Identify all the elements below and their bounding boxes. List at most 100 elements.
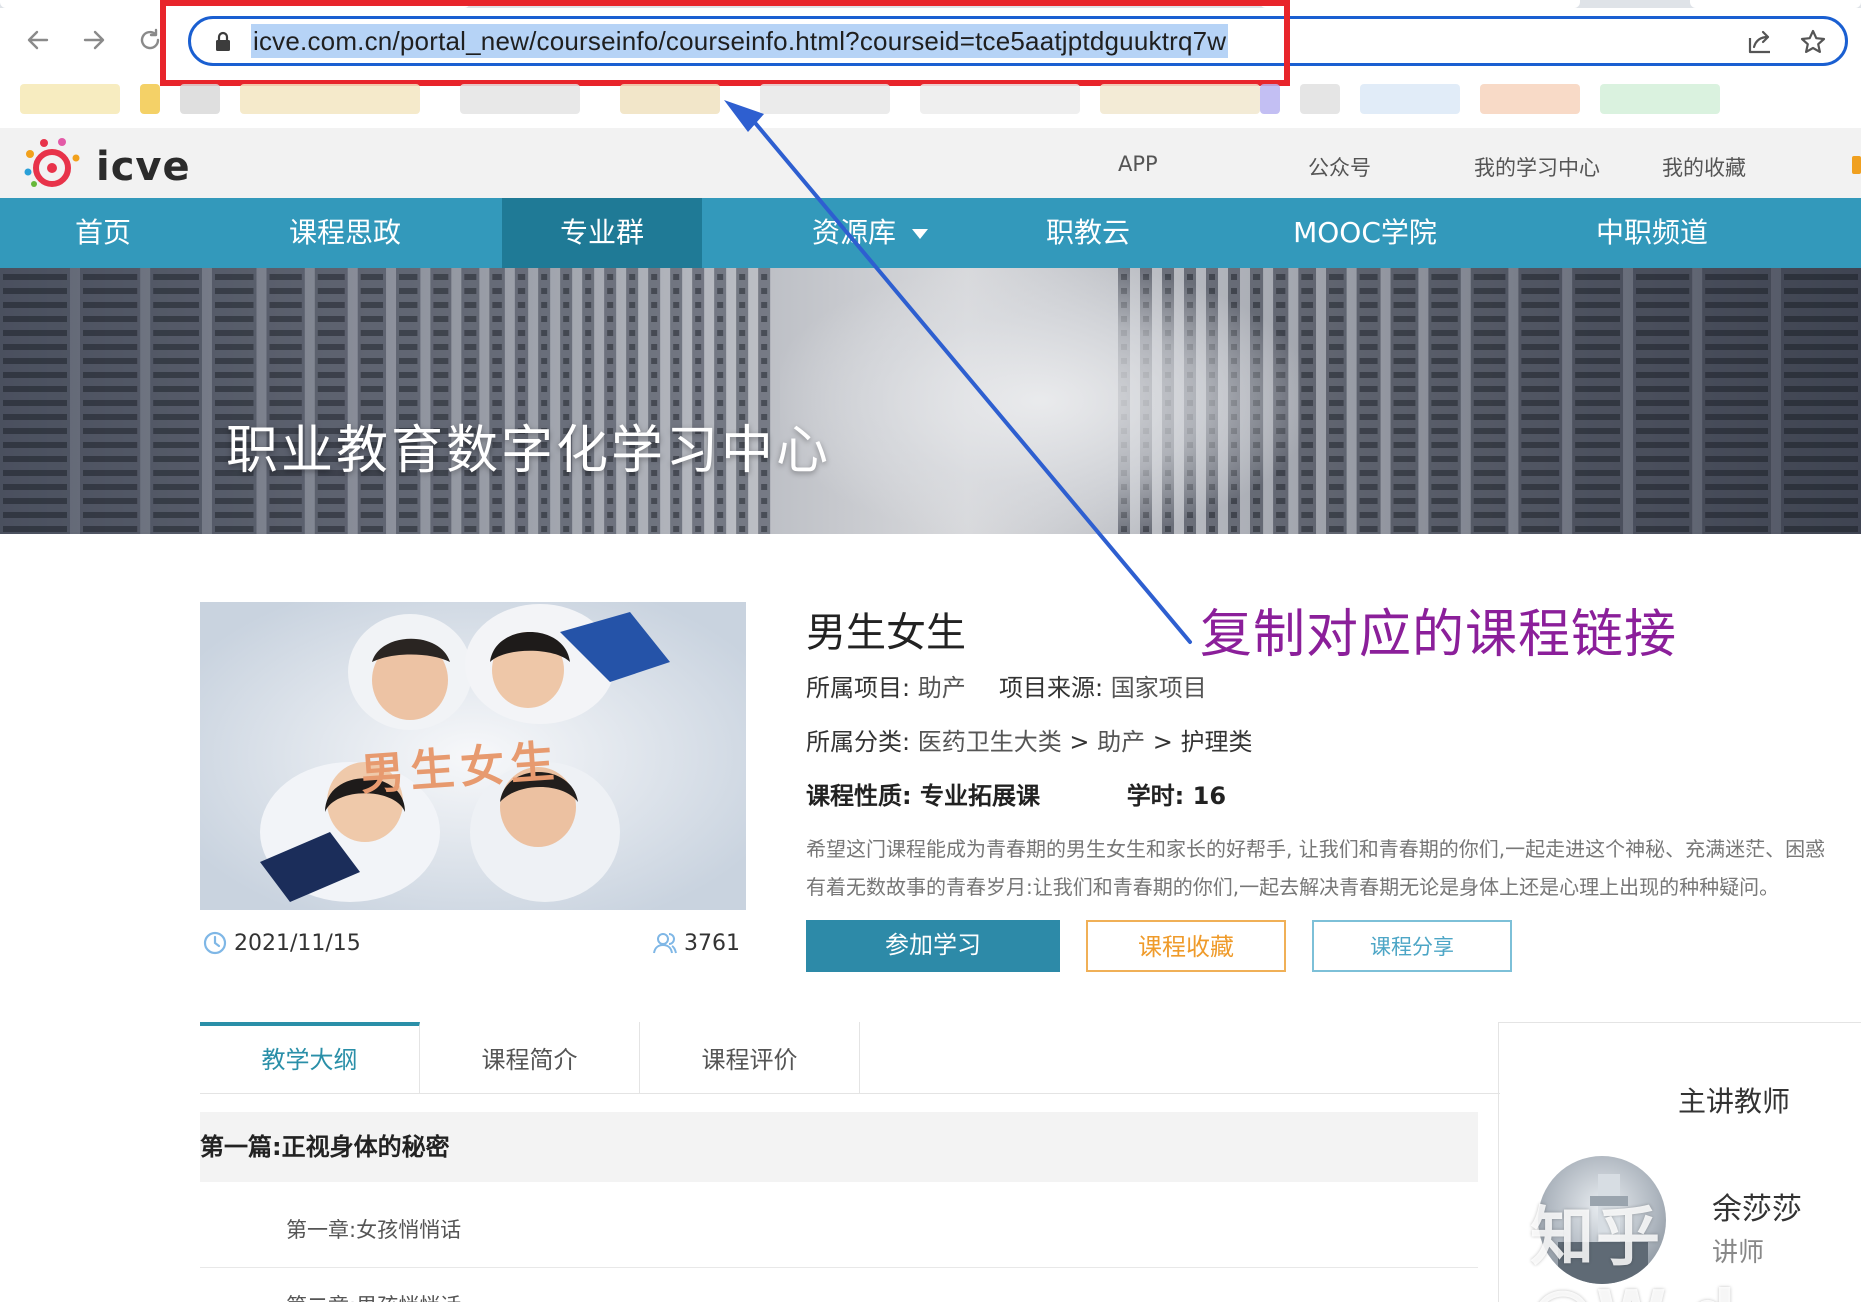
rack-slot <box>1575 470 1621 476</box>
rack-slot <box>1431 526 1458 532</box>
tab-introduction[interactable]: 课程简介 <box>420 1022 640 1094</box>
rack-slot <box>464 386 477 392</box>
nav-mooc[interactable]: MOOC学院 <box>1250 198 1480 268</box>
rack-slot <box>1393 456 1416 462</box>
rack-slot <box>153 414 199 420</box>
bookmark-item[interactable] <box>1480 84 1580 114</box>
rack-slot <box>3 442 67 448</box>
bookmark-item[interactable] <box>1260 84 1280 114</box>
favorite-course-button[interactable]: 课程收藏 <box>1086 920 1286 972</box>
rack-slot <box>585 498 592 504</box>
rack-slot <box>673 400 680 406</box>
bookmark-item[interactable] <box>920 84 1080 114</box>
syllabus-chapter[interactable]: 第一章:女孩悄悄话 <box>200 1192 1478 1268</box>
rack-slot <box>153 344 199 350</box>
rack-slot <box>1473 386 1506 392</box>
rack-slot <box>739 288 746 294</box>
rack-slot <box>585 372 592 378</box>
rack-slot <box>517 274 526 280</box>
bookmark-item[interactable] <box>180 84 220 114</box>
back-button[interactable] <box>20 22 56 58</box>
rack-slot <box>1329 274 1344 280</box>
icve-logo[interactable]: icve <box>20 134 190 194</box>
bookmark-item[interactable] <box>1360 84 1460 114</box>
syllabus-section-title[interactable]: 第一篇:正视身体的秘密 <box>200 1112 1478 1182</box>
nav-vocational-cloud[interactable]: 职教云 <box>1000 198 1176 268</box>
rack-slot <box>761 288 768 294</box>
rack-slot <box>1473 428 1506 434</box>
nav-resource-library[interactable]: 资源库 <box>770 198 970 268</box>
rack-slot <box>651 526 658 532</box>
share-course-button[interactable]: 课程分享 <box>1312 920 1512 972</box>
rack-slot <box>585 302 592 308</box>
app-link[interactable]: APP <box>1118 152 1158 176</box>
rack-slot <box>695 498 702 504</box>
rack-slot <box>214 330 254 336</box>
nav-home[interactable]: 首页 <box>0 198 206 268</box>
rack-slot <box>1431 484 1458 490</box>
rack-slot <box>761 358 768 364</box>
category-level-3[interactable]: 护理类 <box>1181 728 1253 756</box>
rack-slot <box>1705 526 1768 532</box>
rack-slot <box>1784 386 1858 392</box>
rack-slot <box>1301 316 1314 322</box>
banner-title: 职业教育数字化学习中心 <box>226 421 832 481</box>
rack-slot <box>761 498 768 504</box>
bookmark-item[interactable] <box>760 84 890 114</box>
forward-button[interactable] <box>76 22 112 58</box>
bookmark-item[interactable] <box>1300 84 1340 114</box>
rack-slot <box>563 526 570 532</box>
rack-slot <box>673 498 680 504</box>
rack-slot <box>517 316 526 322</box>
rack-slot <box>3 274 67 280</box>
category-level-1[interactable]: 医药卫生大类 <box>918 728 1062 756</box>
syllabus-chapter[interactable]: 第二章:男孩悄悄话 <box>200 1268 1478 1302</box>
rack-slot <box>360 358 384 364</box>
wechat-account-link[interactable]: 公众号 <box>1308 152 1371 182</box>
bookmark-item[interactable] <box>20 84 120 114</box>
rack-slot <box>1329 330 1344 336</box>
rack-slot <box>1575 526 1621 532</box>
join-course-button[interactable]: 参加学习 <box>806 920 1060 972</box>
rack-slot <box>695 302 702 308</box>
rack-slot <box>83 330 138 336</box>
logo-text: icve <box>96 144 191 190</box>
rack-slot <box>153 456 199 462</box>
rack-slot <box>585 526 592 532</box>
tab-syllabus[interactable]: 教学大纲 <box>200 1022 420 1094</box>
rack-slot <box>360 526 384 532</box>
nav-secondary-vocational[interactable]: 中职频道 <box>1560 198 1744 268</box>
rack-slot <box>1301 344 1314 350</box>
bookmark-item[interactable] <box>140 84 160 114</box>
my-learning-center-link[interactable]: 我的学习中心 <box>1474 152 1600 182</box>
rack-slot <box>1359 358 1378 364</box>
bookmark-item[interactable] <box>1600 84 1720 114</box>
rack-slot <box>1705 358 1768 364</box>
bookmark-item[interactable] <box>460 84 580 114</box>
bookmark-item[interactable] <box>620 84 720 114</box>
rack-slot <box>1301 274 1314 280</box>
bookmark-item[interactable] <box>1100 84 1260 114</box>
rack-slot <box>1521 386 1560 392</box>
rack-slot <box>1473 526 1506 532</box>
tab-reviews[interactable]: 课程评价 <box>640 1022 860 1094</box>
rack-slot <box>214 316 254 322</box>
rack-slot <box>83 302 138 308</box>
rack-slot <box>1393 330 1416 336</box>
rack-slot <box>1301 484 1314 490</box>
rack-slot <box>1329 372 1344 378</box>
rack-slot <box>433 358 449 364</box>
rack-slot <box>269 484 302 490</box>
nav-major-group[interactable]: 专业群 <box>502 198 702 268</box>
rack-slot <box>1705 400 1768 406</box>
my-favorites-link[interactable]: 我的收藏 <box>1662 152 1746 182</box>
share-page-icon[interactable] <box>1746 28 1774 56</box>
bookmark-item[interactable] <box>240 84 420 114</box>
nav-ideology[interactable]: 课程思政 <box>206 198 484 268</box>
rack-slot <box>317 526 345 532</box>
rack-slot <box>651 288 658 294</box>
rack-slot <box>607 386 614 392</box>
rack-slot <box>1329 512 1344 518</box>
bookmark-star-icon[interactable] <box>1799 28 1827 56</box>
category-level-2[interactable]: 助产 <box>1097 728 1145 756</box>
